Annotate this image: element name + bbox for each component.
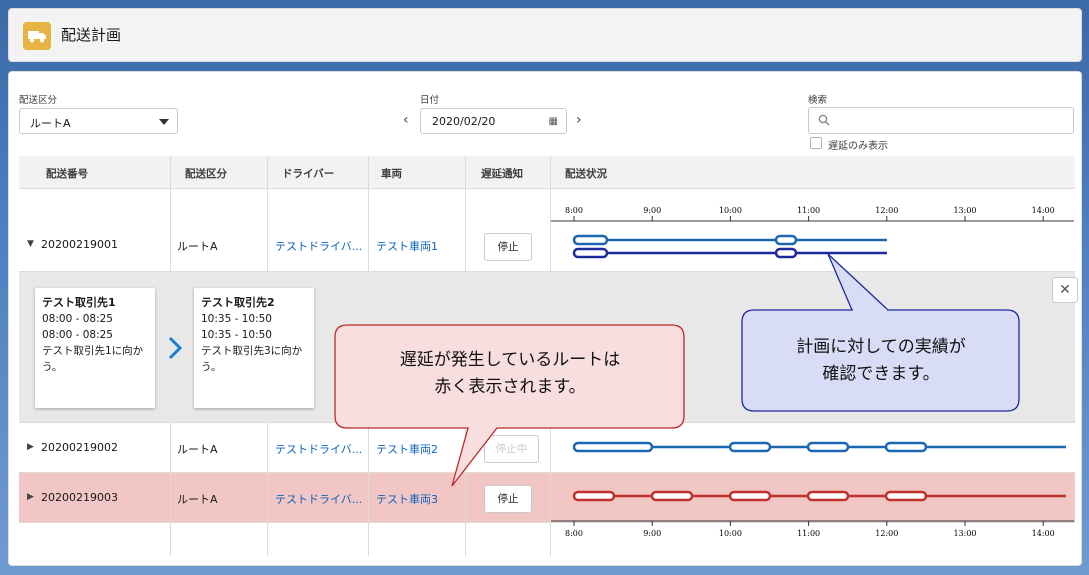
- stop-button[interactable]: 停止: [484, 233, 532, 261]
- column-divider: [170, 156, 171, 272]
- chevron-right-icon[interactable]: ▶: [27, 492, 34, 502]
- column-divider: [465, 423, 466, 556]
- stop-card: テスト取引先2 10:35 - 10:50 10:35 - 10:50 テスト取…: [194, 288, 314, 408]
- actual-callout-line1: 計画に対しての実績が: [796, 337, 966, 357]
- delivery-number: 20200219001: [41, 238, 118, 251]
- category-label: 配送区分: [19, 95, 58, 106]
- category-select-value: ルートA: [30, 117, 71, 130]
- column-divider: [368, 423, 369, 556]
- delay-only-label: 遅延のみ表示: [828, 141, 888, 152]
- stop-note-cont: う。: [42, 361, 63, 373]
- column-header: 配送区分: [185, 168, 227, 180]
- column-header: 配送状況: [565, 168, 607, 180]
- column-header: 配送番号: [46, 168, 88, 180]
- close-button[interactable]: ✕: [1052, 277, 1078, 303]
- category-select[interactable]: ルートA: [19, 108, 178, 134]
- column-divider: [550, 156, 551, 272]
- stop-actual-time: 10:35 - 10:50: [201, 329, 272, 341]
- chevron-right-icon[interactable]: ▶: [27, 442, 34, 452]
- column-divider: [550, 423, 551, 556]
- vehicle-link[interactable]: テスト車両2: [376, 441, 438, 457]
- actual-callout-line2: 確認できます。: [822, 364, 940, 384]
- stop-actual-time: 08:00 - 08:25: [42, 329, 113, 341]
- column-divider: [368, 156, 369, 272]
- search-label: 検索: [808, 95, 828, 106]
- date-value: 2020/02/20: [432, 115, 496, 128]
- delivery-category: ルートA: [177, 240, 218, 253]
- stop-title: テスト取引先1: [42, 296, 116, 309]
- stopped-button: 停止中: [484, 435, 539, 463]
- chevron-right-icon: [168, 336, 183, 360]
- table-header: 配送番号 配送区分 ドライバー 車両 遅延通知 配送状況: [19, 156, 1075, 189]
- stop-card: テスト取引先1 08:00 - 08:25 08:00 - 08:25 テスト取…: [35, 288, 155, 408]
- driver-link[interactable]: テストドライバ...: [275, 491, 362, 507]
- delay-callout-text: 遅延が発生しているルートは 赤く表示されます。: [345, 347, 675, 401]
- actual-callout-text: 計画に対しての実績が 確認できます。: [746, 334, 1016, 388]
- column-divider: [267, 423, 268, 556]
- truck-icon: [23, 22, 51, 50]
- vehicle-link[interactable]: テスト車両1: [376, 238, 438, 254]
- stop-plan-time: 08:00 - 08:25: [42, 313, 113, 325]
- stop-button[interactable]: 停止: [484, 485, 532, 513]
- delivery-category: ルートA: [177, 443, 218, 456]
- column-divider: [267, 156, 268, 272]
- chevron-down-icon[interactable]: ▼: [27, 239, 34, 249]
- column-divider: [465, 156, 466, 272]
- calendar-icon[interactable]: ▦: [549, 116, 558, 127]
- delivery-number: 20200219002: [41, 441, 118, 454]
- date-input[interactable]: 2020/02/20 ▦: [420, 108, 567, 134]
- chevron-down-icon: [159, 119, 169, 125]
- table-footer-row: [19, 523, 1075, 556]
- search-input[interactable]: [808, 107, 1074, 134]
- table-row: ▶ 20200219002 ルートA テストドライバ... テスト車両2 停止中: [19, 423, 1075, 473]
- stop-note: テスト取引先1に向か: [42, 345, 144, 357]
- page-title: 配送計画: [61, 26, 122, 44]
- column-divider: [170, 423, 171, 556]
- delivery-number: 20200219003: [41, 491, 118, 504]
- table-row: ▼ 20200219001 ルートA テストドライバ... テスト車両1 停止: [19, 189, 1075, 272]
- vehicle-link[interactable]: テスト車両3: [376, 491, 438, 507]
- delay-callout-line1: 遅延が発生しているルートは: [399, 350, 621, 370]
- delay-only-checkbox[interactable]: [810, 137, 822, 149]
- chevron-right-icon[interactable]: ›: [576, 112, 582, 128]
- driver-link[interactable]: テストドライバ...: [275, 238, 362, 254]
- driver-link[interactable]: テストドライバ...: [275, 441, 362, 457]
- page-header: 配送計画: [8, 8, 1082, 62]
- column-header: 遅延通知: [481, 168, 523, 180]
- stop-title: テスト取引先2: [201, 296, 275, 309]
- table-row-delayed: ▶ 20200219003 ルートA テストドライバ... テスト車両3 停止: [19, 473, 1075, 523]
- date-label: 日付: [420, 95, 440, 106]
- delay-callout-line2: 赤く表示されます。: [434, 377, 586, 397]
- stop-note: テスト取引先3に向か: [201, 345, 303, 357]
- column-header: ドライバー: [282, 168, 335, 180]
- stop-plan-time: 10:35 - 10:50: [201, 313, 272, 325]
- column-header: 車両: [381, 168, 402, 180]
- delivery-category: ルートA: [177, 493, 218, 506]
- delivery-plan-card: 配送区分 ルートA 日付 ‹ 2020/02/20 ▦ › 検索 遅延のみ表示 …: [8, 71, 1082, 566]
- search-icon: [818, 114, 830, 126]
- stop-note-cont: う。: [201, 361, 222, 373]
- chevron-left-icon[interactable]: ‹: [403, 112, 409, 128]
